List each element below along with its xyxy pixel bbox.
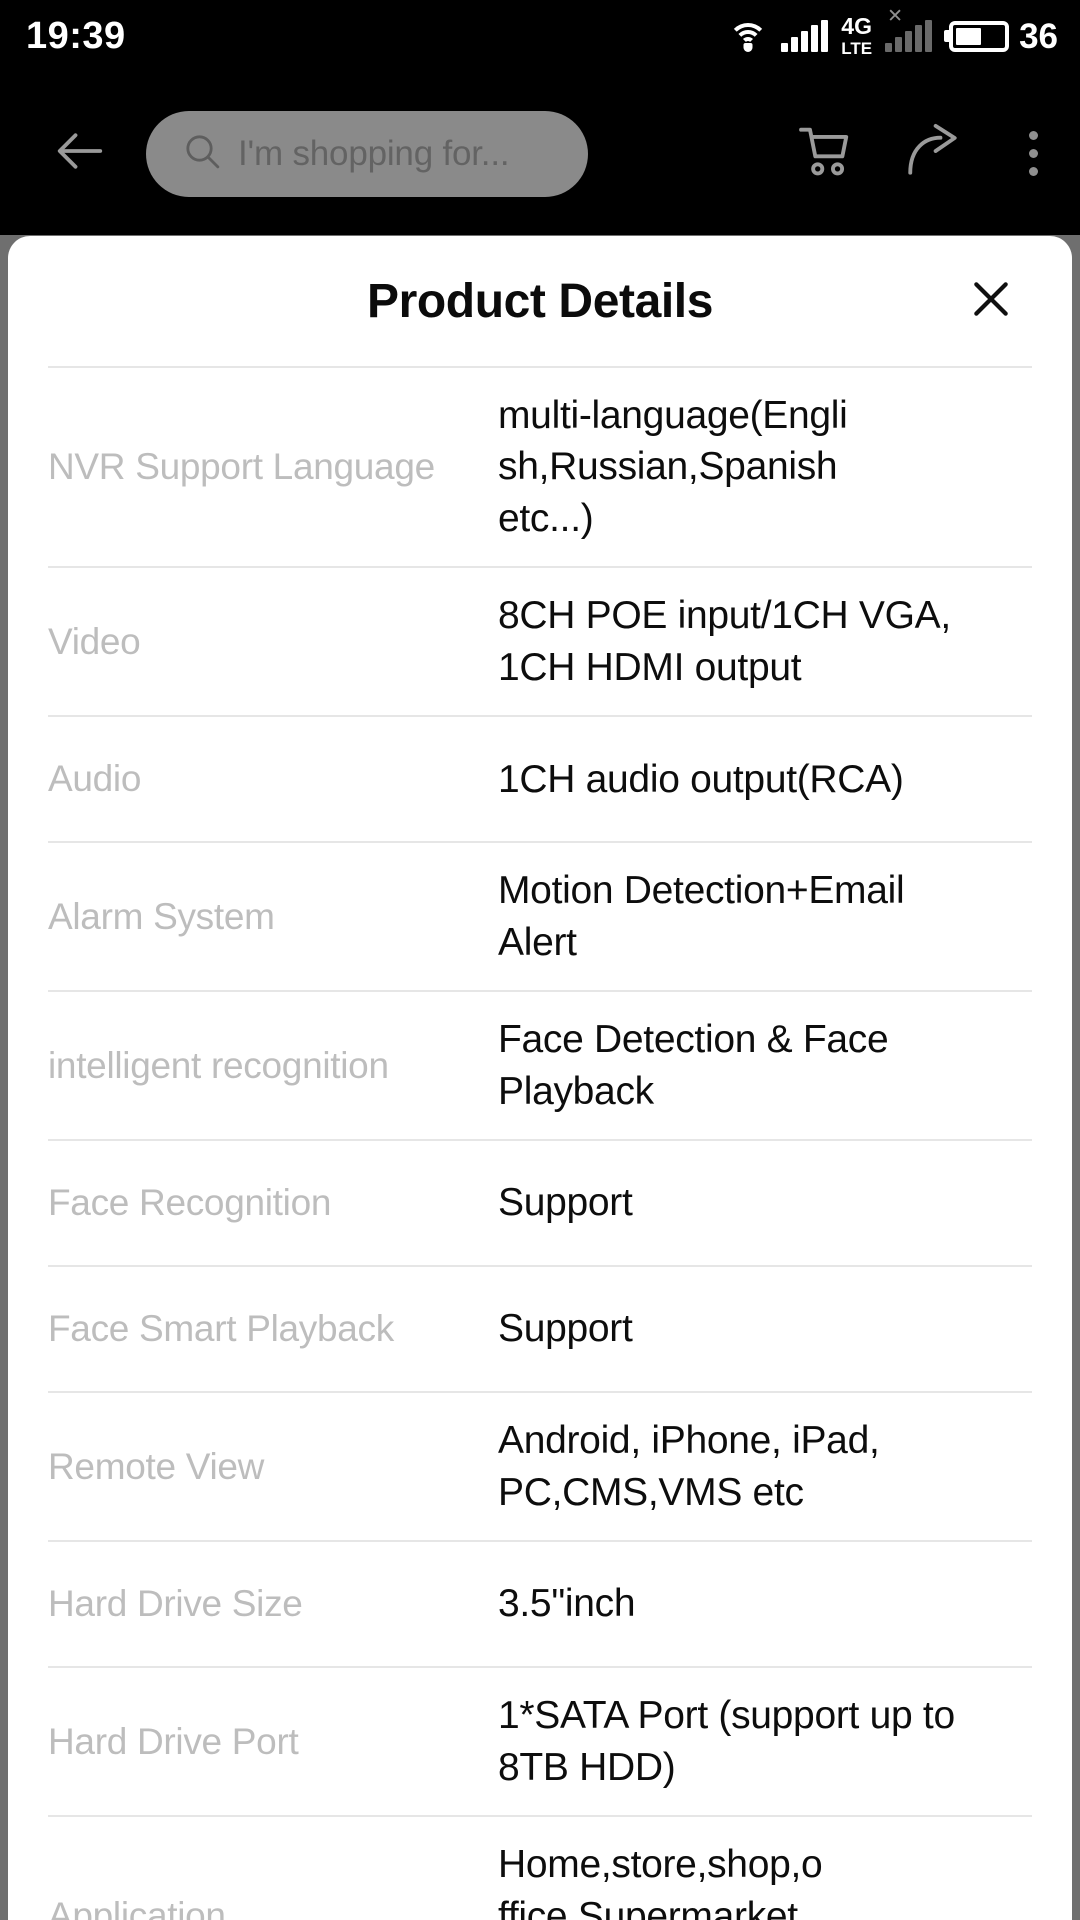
spec-value: Face Detection & Face Playback <box>498 1018 889 1113</box>
signal-bars-secondary-icon: ✕ <box>885 7 933 52</box>
spec-label: Alarm System <box>48 895 275 937</box>
spec-table: NVR Support Language multi-language(Engli… <box>8 366 1072 1920</box>
back-button[interactable] <box>32 106 128 202</box>
spec-value: Support <box>498 1181 633 1225</box>
spec-value: Motion Detection+Email Alert <box>498 869 905 964</box>
kebab-dot-icon <box>1028 131 1038 140</box>
app-navbar: I'm shopping for... <box>0 72 1080 235</box>
spec-row: Video 8CH POE input/1CH VGA, 1CH HDMI out… <box>48 566 1032 715</box>
share-button[interactable] <box>878 100 986 208</box>
spec-row: Face Recognition Support <box>48 1139 1032 1265</box>
spec-row: Face Smart Playback Support <box>48 1265 1032 1391</box>
network-generation-label: 4G <box>841 13 872 39</box>
spec-value: Support <box>498 1307 633 1351</box>
spec-row: intelligent recognition Face Detection & … <box>48 990 1032 1139</box>
spec-label: NVR Support Language <box>48 446 435 488</box>
spec-value: 1*SATA Port (support up to 8TB HDD) <box>498 1694 955 1789</box>
spec-label: Face Recognition <box>48 1182 332 1224</box>
kebab-dot-icon <box>1028 149 1038 158</box>
lte-badge: 4G LTE <box>841 13 873 58</box>
spec-value: 8CH POE input/1CH VGA, 1CH HDMI output <box>498 594 951 689</box>
battery-icon <box>949 20 1010 52</box>
status-bar: 19:39 4G LTE ✕ 36 <box>0 0 1080 72</box>
spec-value: Home,store,shop,o ffice,Supermarket etc <box>498 1843 823 1920</box>
spec-label: Hard Drive Port <box>48 1720 299 1762</box>
wifi-icon <box>728 21 769 52</box>
spec-label: Application <box>48 1895 226 1920</box>
product-details-sheet: Product Details NVR Support Language mult… <box>8 236 1072 1920</box>
spec-value: 3.5"inch <box>498 1582 636 1626</box>
spec-row: Hard Drive Port 1*SATA Port (support up t… <box>48 1666 1032 1815</box>
network-type-label: LTE <box>841 39 873 58</box>
spec-value: multi-language(Engli sh,Russian,Spanish … <box>498 394 848 540</box>
spec-label: Hard Drive Size <box>48 1583 303 1625</box>
cart-button[interactable] <box>770 100 878 208</box>
phone-screen: 19:39 4G LTE ✕ 36 I'm shopping for... Pr… <box>0 0 1080 1920</box>
spec-row: Application Home,store,shop,o ffice,Super… <box>48 1815 1032 1920</box>
signal-bars-icon <box>781 20 829 52</box>
page-title: Product Details <box>366 274 714 328</box>
spec-value: 1CH audio output(RCA) <box>498 757 904 801</box>
spec-label: Audio <box>48 758 142 800</box>
sheet-header: Product Details <box>8 236 1072 366</box>
more-options-button[interactable] <box>986 100 1080 208</box>
spec-label: Face Smart Playback <box>48 1308 394 1350</box>
search-icon <box>182 131 222 176</box>
spec-label: intelligent recognition <box>48 1044 389 1086</box>
no-service-x-icon: ✕ <box>887 6 903 27</box>
spec-row: NVR Support Language multi-language(Engli… <box>48 366 1032 566</box>
close-icon <box>969 277 1013 326</box>
search-placeholder-text: I'm shopping for... <box>238 133 510 173</box>
spec-row: Audio 1CH audio output(RCA) <box>48 715 1032 841</box>
spec-label: Video <box>48 620 141 662</box>
search-input[interactable]: I'm shopping for... <box>146 110 588 197</box>
status-icons: 4G LTE ✕ 36 <box>728 7 1058 58</box>
navbar-actions <box>770 100 1080 208</box>
spec-label: Remote View <box>48 1445 265 1487</box>
arrow-left-icon <box>53 124 107 183</box>
battery-indicator: 36 <box>949 19 1058 54</box>
kebab-dot-icon <box>1028 167 1038 176</box>
spec-value: Android, iPhone, iPad, PC,CMS,VMS etc <box>498 1419 880 1514</box>
spec-row: Alarm System Motion Detection+Email Alert <box>48 841 1032 990</box>
status-clock: 19:39 <box>26 15 126 57</box>
shopping-cart-icon <box>795 122 853 185</box>
share-arrow-icon <box>903 122 961 185</box>
spec-row: Hard Drive Size 3.5"inch <box>48 1540 1032 1666</box>
spec-row: Remote View Android, iPhone, iPad, PC,CMS… <box>48 1391 1032 1540</box>
battery-percent-label: 36 <box>1019 16 1058 56</box>
close-button[interactable] <box>956 266 1026 336</box>
